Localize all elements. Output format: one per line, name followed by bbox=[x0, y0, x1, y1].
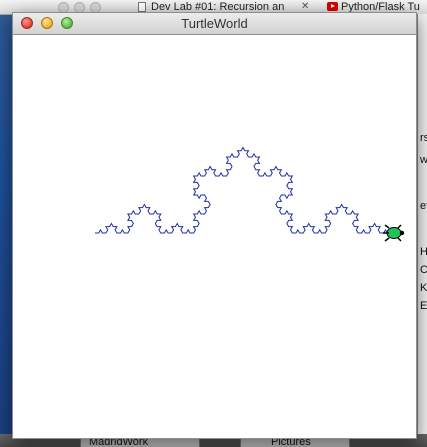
koch-curve bbox=[95, 146, 391, 234]
minimize-button[interactable] bbox=[41, 17, 53, 29]
zoom-button[interactable] bbox=[61, 17, 73, 29]
window-titlebar[interactable]: TurtleWorld bbox=[13, 13, 416, 35]
editor-panel-behind: rs w et H C K E/ bbox=[417, 14, 427, 447]
editor-text: K bbox=[420, 282, 427, 294]
youtube-icon bbox=[327, 2, 338, 11]
close-button[interactable] bbox=[21, 17, 33, 29]
turtleworld-window: TurtleWorld bbox=[12, 12, 417, 439]
editor-text: w bbox=[420, 154, 427, 166]
turtle-canvas bbox=[13, 35, 416, 438]
turtle-icon bbox=[383, 224, 405, 242]
document-icon bbox=[138, 2, 146, 12]
editor-text: et bbox=[420, 200, 427, 212]
editor-text: C bbox=[420, 264, 427, 276]
editor-text: rs bbox=[420, 132, 427, 144]
editor-text: E/ bbox=[420, 300, 427, 312]
window-title: TurtleWorld bbox=[181, 16, 248, 31]
editor-text: H bbox=[420, 246, 427, 258]
